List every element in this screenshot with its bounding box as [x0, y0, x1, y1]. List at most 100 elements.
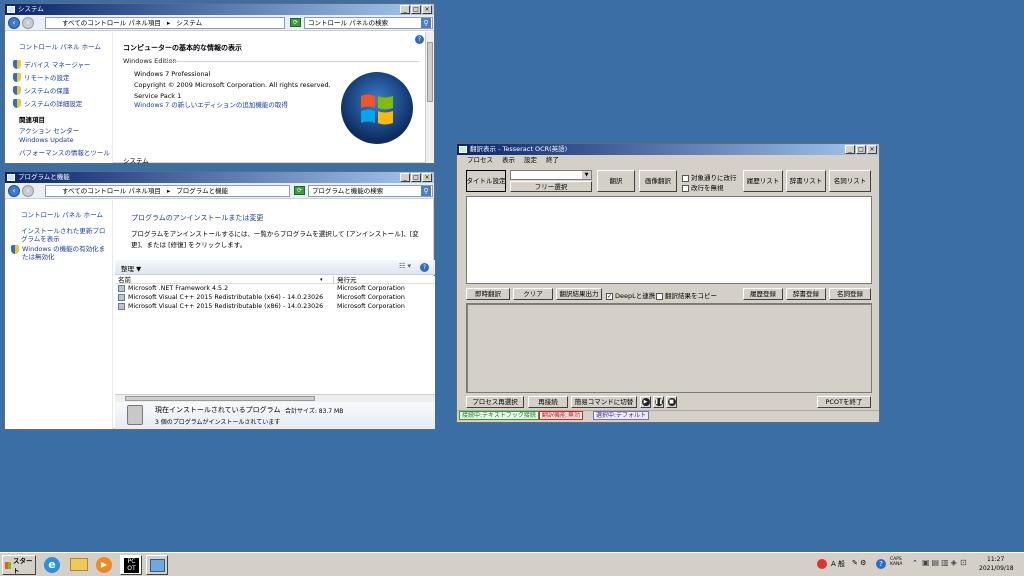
refresh-button[interactable]: ⟳ — [290, 18, 301, 27]
taskbar-item-pcot[interactable]: PC OT — [120, 555, 142, 575]
pcot-exit-button[interactable]: PCOTを終了 — [817, 396, 871, 408]
maximize-button[interactable]: □ — [411, 173, 421, 182]
tray-caps-icon[interactable]: CAPS KANA — [890, 557, 902, 567]
related-link-windows-update[interactable]: Windows Update — [19, 136, 74, 144]
tray-language-icon[interactable] — [817, 559, 827, 569]
breadcrumb[interactable]: すべてのコントロール パネル項目 ▸ システム — [45, 17, 285, 29]
image-translate-button[interactable]: 画像翻訳 — [639, 170, 677, 192]
refresh-button[interactable]: ⟳ — [294, 186, 305, 195]
minimize-button[interactable]: _ — [400, 5, 410, 14]
clock-date[interactable]: 2021/09/18 — [979, 565, 1014, 572]
explorer-icon[interactable] — [70, 558, 88, 571]
sidebar-item-installed-updates[interactable]: インストールされた更新プログラムを表示 — [21, 227, 111, 243]
ocr-titlebar[interactable]: 翻訳表示 - Tesseract OCR(英語) _ □ × — [457, 144, 879, 155]
sidebar-item-windows-features[interactable]: Windows の機能の有効化または無効化 — [11, 245, 110, 261]
menu-exit[interactable]: 終了 — [546, 155, 559, 165]
horizontal-scrollbar[interactable] — [115, 394, 435, 402]
dict-list-button[interactable]: 辞書リスト — [786, 170, 826, 192]
table-row[interactable]: Microsoft .NET Framework 4.5.2 Microsoft … — [115, 284, 435, 293]
sidebar-item-remote[interactable]: リモートの設定 — [13, 72, 70, 82]
ie-icon[interactable]: e — [44, 557, 60, 573]
organize-button[interactable]: 整理 ▼ — [121, 263, 141, 273]
target-newline-checkbox[interactable]: 対象通りに改行 — [682, 172, 737, 182]
help-icon[interactable]: ? — [420, 263, 429, 272]
column-header-publisher[interactable]: 発行元 — [333, 276, 357, 284]
sidebar-item-device-manager[interactable]: デバイス マネージャー — [13, 59, 90, 69]
breadcrumb-item[interactable]: プログラムと機能 — [176, 187, 228, 195]
dict-register-button[interactable]: 辞書登録 — [786, 288, 826, 300]
search-input[interactable]: プログラムと機能の検索 ⚲ — [308, 185, 433, 197]
help-icon[interactable]: ? — [415, 35, 424, 44]
search-input[interactable]: コントロール パネルの検索 ⚲ — [304, 17, 433, 29]
stop-icon[interactable]: ■ — [666, 396, 677, 408]
translate-button[interactable]: 翻訳 — [597, 170, 635, 192]
breadcrumb-item[interactable]: すべてのコントロール パネル項目 — [62, 19, 161, 27]
deepl-checkbox[interactable]: ✓ DeepLと連携 — [606, 290, 655, 300]
sidebar-item-protection[interactable]: システムの保護 — [13, 85, 69, 95]
process-select[interactable]: ▼ — [510, 170, 592, 180]
menu-process[interactable]: プロセス — [467, 155, 493, 165]
play-icon[interactable]: ▶ — [640, 396, 651, 408]
free-select-button[interactable]: フリー選択 — [510, 181, 592, 192]
noun-list-button[interactable]: 名詞リスト — [829, 170, 871, 192]
history-register-button[interactable]: 履歴登録 — [743, 288, 783, 300]
clear-button[interactable]: クリア — [513, 288, 553, 300]
tray-network-icon[interactable]: ⊡ — [960, 558, 967, 567]
search-icon[interactable]: ⚲ — [421, 186, 431, 196]
column-header-name[interactable]: 名前 — [118, 276, 131, 284]
breadcrumb-item[interactable]: システム — [176, 19, 202, 27]
minimize-button[interactable]: _ — [400, 173, 410, 182]
sidebar-home-link[interactable]: コントロール パネル ホーム — [21, 209, 103, 219]
sidebar-home-link[interactable]: コントロール パネル ホーム — [19, 41, 101, 51]
help-icon[interactable]: ? — [876, 559, 886, 569]
breadcrumb[interactable]: すべてのコントロール パネル項目 ▸ プログラムと機能 — [45, 185, 290, 197]
process-reselect-button[interactable]: プロセス再選択 — [466, 396, 524, 408]
system-titlebar[interactable]: システム _ □ × — [5, 4, 434, 15]
noun-register-button[interactable]: 名詞登録 — [829, 288, 871, 300]
programs-titlebar[interactable]: プログラムと機能 _ □ × — [5, 172, 434, 183]
search-icon[interactable]: ⚲ — [421, 18, 431, 28]
sidebar-item-advanced[interactable]: システムの詳細設定 — [13, 98, 82, 108]
source-text-area[interactable] — [466, 196, 872, 284]
chevron-down-icon[interactable]: ▼ — [582, 171, 591, 179]
back-button[interactable]: ‹ — [8, 17, 20, 29]
program-publisher: Microsoft Corporation — [337, 294, 405, 301]
translation-text-area[interactable] — [466, 303, 872, 393]
close-button[interactable]: × — [422, 5, 432, 14]
upgrade-link[interactable]: Windows 7 の新しいエディションの追加機能の取得 — [134, 99, 288, 109]
breadcrumb-item[interactable]: すべてのコントロール パネル項目 — [62, 187, 161, 195]
table-row[interactable]: Microsoft Visual C++ 2015 Redistributabl… — [115, 293, 435, 302]
start-button[interactable]: スタート — [2, 555, 36, 575]
reconnect-button[interactable]: 再接続 — [528, 396, 568, 408]
close-button[interactable]: × — [867, 145, 877, 154]
clock-time[interactable]: 11:27 — [987, 556, 1004, 563]
related-link-action-center[interactable]: アクション センター — [19, 125, 79, 135]
maximize-button[interactable]: □ — [856, 145, 866, 154]
table-row[interactable]: Microsoft Visual C++ 2015 Redistributabl… — [115, 302, 435, 311]
pause-icon[interactable]: ❚❚ — [653, 396, 664, 408]
simple-command-button[interactable]: 簡易コマンドに切替 — [571, 396, 637, 408]
tray-chevron-icon[interactable]: ⌃ — [912, 559, 918, 567]
vertical-scrollbar[interactable] — [425, 32, 434, 163]
minimize-button[interactable]: _ — [845, 145, 855, 154]
copy-result-checkbox[interactable]: 翻訳結果をコピー — [656, 290, 717, 300]
output-result-button[interactable]: 翻訳結果出力 — [556, 288, 602, 300]
maximize-button[interactable]: □ — [411, 5, 421, 14]
forward-button[interactable]: › — [22, 17, 34, 29]
media-player-icon[interactable]: ▶ — [96, 557, 112, 573]
ignore-newline-checkbox[interactable]: 改行を無視 — [682, 182, 724, 192]
view-options-icon[interactable]: ☷ ▾ — [399, 262, 411, 270]
menu-view[interactable]: 表示 — [502, 155, 515, 165]
taskbar-item-control-panel[interactable] — [146, 555, 168, 575]
menu-settings[interactable]: 設定 — [524, 155, 537, 165]
forward-button[interactable]: › — [22, 185, 34, 197]
tray-icons[interactable]: ▣▤▥◈ — [922, 558, 959, 567]
ime-pad-icon[interactable]: ✎ ⚙ — [852, 559, 866, 567]
related-link-performance[interactable]: パフォーマンスの情報とツール — [19, 147, 110, 157]
back-button[interactable]: ‹ — [8, 185, 20, 197]
history-list-button[interactable]: 履歴リスト — [743, 170, 783, 192]
close-button[interactable]: × — [422, 173, 432, 182]
title-setting-button[interactable]: タイトル設定 — [466, 170, 506, 192]
ime-indicator[interactable]: A 般 — [831, 559, 845, 569]
instant-translate-button[interactable]: 即時翻訳 — [466, 288, 510, 300]
